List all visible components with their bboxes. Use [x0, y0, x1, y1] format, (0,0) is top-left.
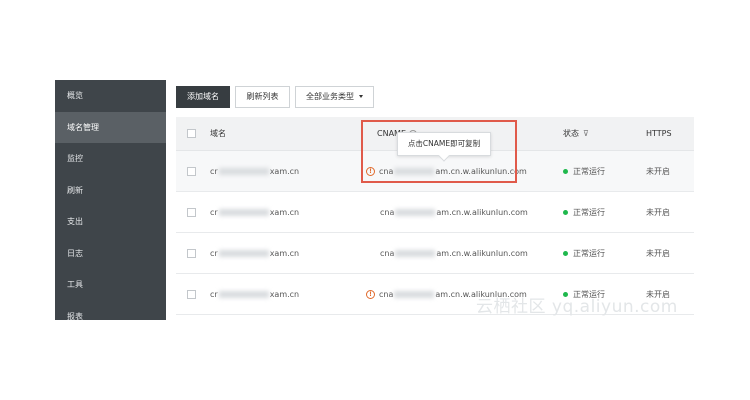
sidebar-item-billing[interactable]: 支出	[55, 206, 166, 238]
sidebar-item-overview[interactable]: 概览	[55, 80, 166, 112]
cname-cell[interactable]: cna am.cn.w.alikunlun.com	[380, 192, 528, 232]
status-ok-icon	[563, 250, 568, 256]
redacted-blur	[395, 208, 436, 216]
sidebar-item-logs[interactable]: 日志	[55, 238, 166, 270]
warning-icon: !	[366, 166, 375, 176]
status-text: 正常运行	[573, 166, 605, 176]
https-cell: 未开启	[646, 233, 670, 273]
domain-prefix: cr	[210, 289, 218, 299]
warning-icon: !	[366, 289, 375, 299]
header-domain-label: 域名	[210, 129, 226, 138]
domain-suffix: xam.cn	[269, 166, 300, 176]
https-cell: 未开启	[646, 151, 670, 191]
row-checkbox[interactable]	[187, 289, 196, 299]
sidebar-item-monitoring[interactable]: 监控	[55, 143, 166, 175]
cname-prefix: cna	[379, 166, 394, 176]
cname-suffix: am.cn.w.alikunlun.com	[436, 207, 528, 217]
filter-icon[interactable]: ⊽	[583, 129, 589, 138]
domain-prefix: cr	[210, 248, 218, 258]
cname-cell[interactable]: cna am.cn.w.alikunlun.com	[380, 233, 528, 273]
status-ok-icon	[563, 209, 568, 215]
sidebar: 概览 域名管理 监控 刷新 支出 日志 工具 报表	[55, 80, 166, 320]
redacted-blur	[218, 249, 269, 257]
status-ok-icon	[563, 168, 568, 174]
https-cell: 未开启	[646, 192, 670, 232]
cname-suffix: am.cn.w.alikunlun.com	[435, 166, 527, 176]
status-cell: 正常运行	[563, 192, 605, 232]
add-domain-button[interactable]: 添加域名	[176, 86, 230, 108]
redacted-blur	[395, 249, 436, 257]
header-domain: 域名	[210, 117, 226, 150]
sidebar-item-domain-management[interactable]: 域名管理	[55, 111, 166, 143]
domain-cell[interactable]: cr xam.cn	[210, 192, 299, 232]
domain-cell[interactable]: cr xam.cn	[210, 151, 299, 191]
https-text: 未开启	[646, 248, 670, 258]
header-status: 状态 ⊽	[563, 117, 589, 150]
domain-cell[interactable]: cr xam.cn	[210, 274, 299, 314]
table-row: cr xam.cn cna am.cn.w.alikunlun.com 正常运行 未…	[176, 192, 694, 233]
header-https-label: HTTPS	[646, 129, 672, 138]
cname-prefix: cna	[379, 289, 394, 299]
sidebar-item-refresh[interactable]: 刷新	[55, 175, 166, 207]
caret-down-icon	[359, 95, 363, 98]
table-row: cr xam.cn cna am.cn.w.alikunlun.com 正常运行 未…	[176, 233, 694, 274]
sidebar-item-tools[interactable]: 工具	[55, 269, 166, 301]
cname-prefix: cna	[380, 207, 395, 217]
sidebar-item-reports[interactable]: 报表	[55, 301, 166, 321]
https-text: 未开启	[646, 207, 670, 217]
status-cell: 正常运行	[563, 151, 605, 191]
https-text: 未开启	[646, 166, 670, 176]
domain-suffix: xam.cn	[269, 207, 300, 217]
redacted-blur	[218, 167, 269, 175]
cname-prefix: cna	[380, 248, 395, 258]
header-https: HTTPS	[646, 117, 672, 150]
domain-cell[interactable]: cr xam.cn	[210, 233, 299, 273]
copy-cname-tooltip: 点击CNAME即可复制	[397, 132, 491, 156]
header-status-label: 状态	[563, 129, 579, 138]
domain-prefix: cr	[210, 207, 218, 217]
row-checkbox[interactable]	[187, 166, 196, 176]
domain-prefix: cr	[210, 166, 218, 176]
redacted-blur	[218, 208, 269, 216]
business-type-label: 全部业务类型	[306, 92, 354, 101]
select-all-cell	[187, 117, 196, 150]
domain-suffix: xam.cn	[269, 289, 300, 299]
redacted-blur	[218, 290, 269, 298]
table-row: cr xam.cn ! cna am.cn.w.alikunlun.com 正常运行 …	[176, 151, 694, 192]
watermark: 云栖社区 yq.aliyun.com	[476, 297, 678, 317]
redacted-blur	[394, 167, 435, 175]
cname-suffix: am.cn.w.alikunlun.com	[436, 248, 528, 258]
domain-suffix: xam.cn	[269, 248, 300, 258]
row-checkbox[interactable]	[187, 207, 196, 217]
business-type-dropdown[interactable]: 全部业务类型	[295, 86, 374, 108]
status-cell: 正常运行	[563, 233, 605, 273]
status-text: 正常运行	[573, 248, 605, 258]
row-checkbox[interactable]	[187, 248, 196, 258]
refresh-list-button[interactable]: 刷新列表	[235, 86, 290, 108]
redacted-blur	[394, 290, 435, 298]
select-all-checkbox[interactable]	[187, 129, 196, 138]
status-text: 正常运行	[573, 207, 605, 217]
